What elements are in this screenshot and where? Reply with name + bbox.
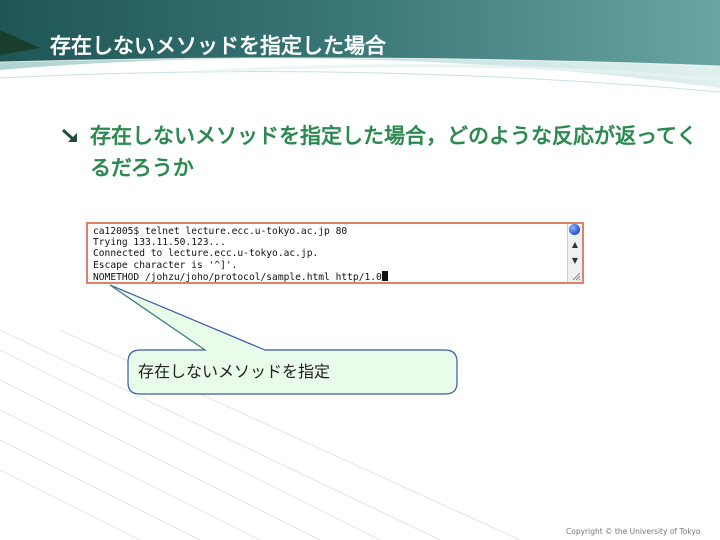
scroll-thumb[interactable]: [569, 224, 580, 235]
terminal-output: ca12005$ telnet lecture.ecc.u-tokyo.ac.j…: [93, 226, 562, 283]
text-cursor: [381, 270, 388, 281]
diagonal-arrow-icon: [61, 128, 77, 142]
slide-title: 存在しないメソッドを指定した場合: [50, 34, 386, 58]
arrow-up-icon[interactable]: ▲: [568, 238, 582, 252]
arrow-down-icon[interactable]: ▼: [568, 254, 582, 268]
terminal-window: ca12005$ telnet lecture.ecc.u-tokyo.ac.j…: [86, 222, 584, 284]
callout-label: 存在しないメソッドを指定: [138, 362, 331, 381]
background-decoration: [0, 330, 521, 540]
terminal-line: Escape character is '^]'.: [93, 259, 238, 271]
resize-grip-icon[interactable]: [571, 271, 581, 281]
terminal-line: NOMETHOD /johzu/joho/protocol/sample.htm…: [93, 271, 382, 283]
terminal-line: Trying 133.11.50.123...: [93, 237, 226, 249]
bullet-text: 存在しないメソッドを指定した場合，どのような反応が返ってくるだろうか: [90, 124, 698, 180]
terminal-line: Connected to lecture.ecc.u-tokyo.ac.jp.: [93, 248, 319, 260]
copyright-notice: Copyright © the University of Tokyo: [566, 527, 701, 536]
terminal-line: ca12005$ telnet lecture.ecc.u-tokyo.ac.j…: [93, 226, 348, 237]
